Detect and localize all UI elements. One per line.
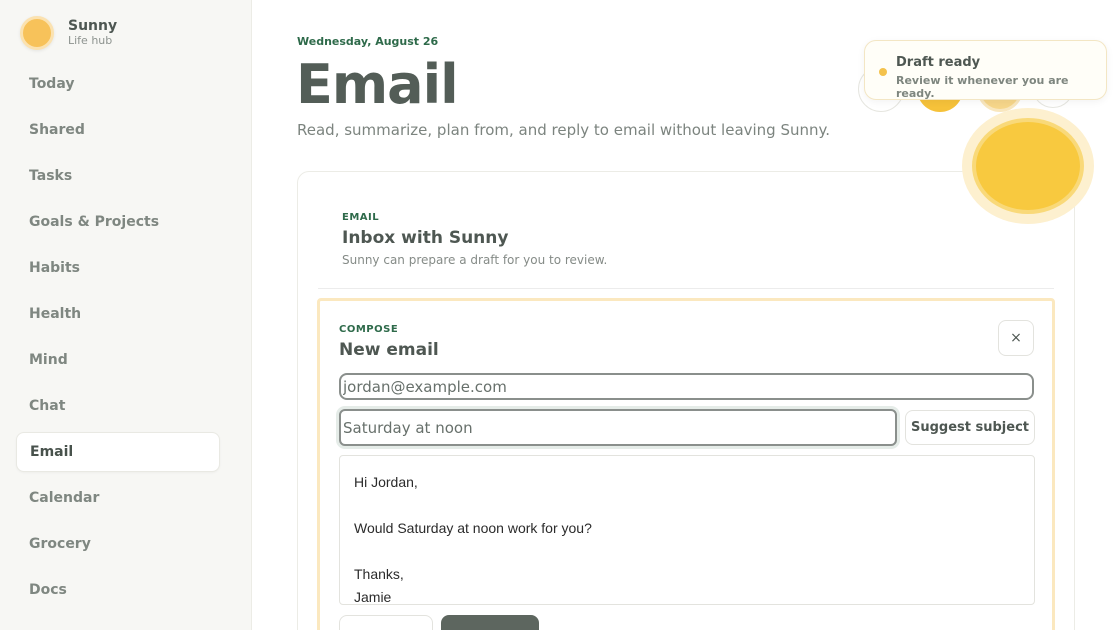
sidebar-item-calendar[interactable]: Calendar <box>16 478 220 518</box>
status-dot-icon <box>879 68 887 76</box>
body-greeting: Hi Jordan, <box>354 474 418 490</box>
toast-title: Draft ready <box>896 55 981 70</box>
close-compose-button[interactable]: × <box>998 320 1034 356</box>
sidebar-item-chat[interactable]: Chat <box>16 386 220 426</box>
sidebar-item-habits[interactable]: Habits <box>16 248 220 288</box>
compose-panel: COMPOSE New email × Suggest subject Hi J… <box>317 298 1055 630</box>
sidebar-item-tasks[interactable]: Tasks <box>16 156 220 196</box>
page-title: Email <box>296 53 459 116</box>
card-subtitle: Sunny can prepare a draft for you to rev… <box>342 253 608 267</box>
card-title: Inbox with Sunny <box>342 228 509 248</box>
compose-eyebrow: COMPOSE <box>339 324 399 335</box>
sidebar-item-shared[interactable]: Shared <box>16 110 220 150</box>
sidebar-item-mind[interactable]: Mind <box>16 340 220 380</box>
compose-title: New email <box>339 340 439 360</box>
brand-text: Sunny Life hub <box>68 18 117 48</box>
brand[interactable]: Sunny Life hub <box>20 16 117 50</box>
toast-message: Review it whenever you are ready. <box>896 74 1069 100</box>
email-body-field[interactable]: Hi Jordan, Would Saturday at noon work f… <box>339 455 1035 605</box>
sidebar-item-health[interactable]: Health <box>16 294 220 334</box>
sidebar-item-grocery[interactable]: Grocery <box>16 524 220 564</box>
page-description: Read, summarize, plan from, and reply to… <box>297 121 831 139</box>
sidebar-nav: Today Shared Tasks Goals & Projects Habi… <box>16 64 220 616</box>
brand-subtitle: Life hub <box>68 34 113 47</box>
body-closing: Thanks, <box>354 566 404 582</box>
sidebar-item-goals-projects[interactable]: Goals & Projects <box>16 202 220 242</box>
sunny-orb-button[interactable] <box>972 118 1084 214</box>
secondary-action-button[interactable] <box>339 615 433 630</box>
subject-field[interactable] <box>339 409 897 446</box>
sidebar-item-docs[interactable]: Docs <box>16 570 220 610</box>
inbox-card: EMAIL Inbox with Sunny Sunny can prepare… <box>297 171 1075 630</box>
sidebar-item-email[interactable]: Email <box>16 432 220 472</box>
divider <box>318 288 1054 289</box>
card-header: EMAIL Inbox with Sunny Sunny can prepare… <box>342 212 607 267</box>
sidebar: Sunny Life hub Today Shared Tasks Goals … <box>0 0 252 630</box>
body-line: Would Saturday at noon work for you? <box>354 520 592 536</box>
close-icon: × <box>1010 330 1022 346</box>
suggest-subject-button[interactable]: Suggest subject <box>905 410 1035 445</box>
sidebar-item-today[interactable]: Today <box>16 64 220 104</box>
to-field[interactable] <box>339 373 1034 400</box>
draft-ready-toast: Draft ready Review it whenever you are r… <box>864 40 1107 100</box>
compose-actions <box>339 615 539 630</box>
body-signature: Jamie <box>354 589 392 605</box>
brand-name: Sunny <box>68 18 118 34</box>
current-date: Wednesday, August 26 <box>297 35 439 48</box>
sun-logo-icon <box>20 16 54 50</box>
card-eyebrow: EMAIL <box>342 212 380 223</box>
primary-action-button[interactable] <box>441 615 539 630</box>
